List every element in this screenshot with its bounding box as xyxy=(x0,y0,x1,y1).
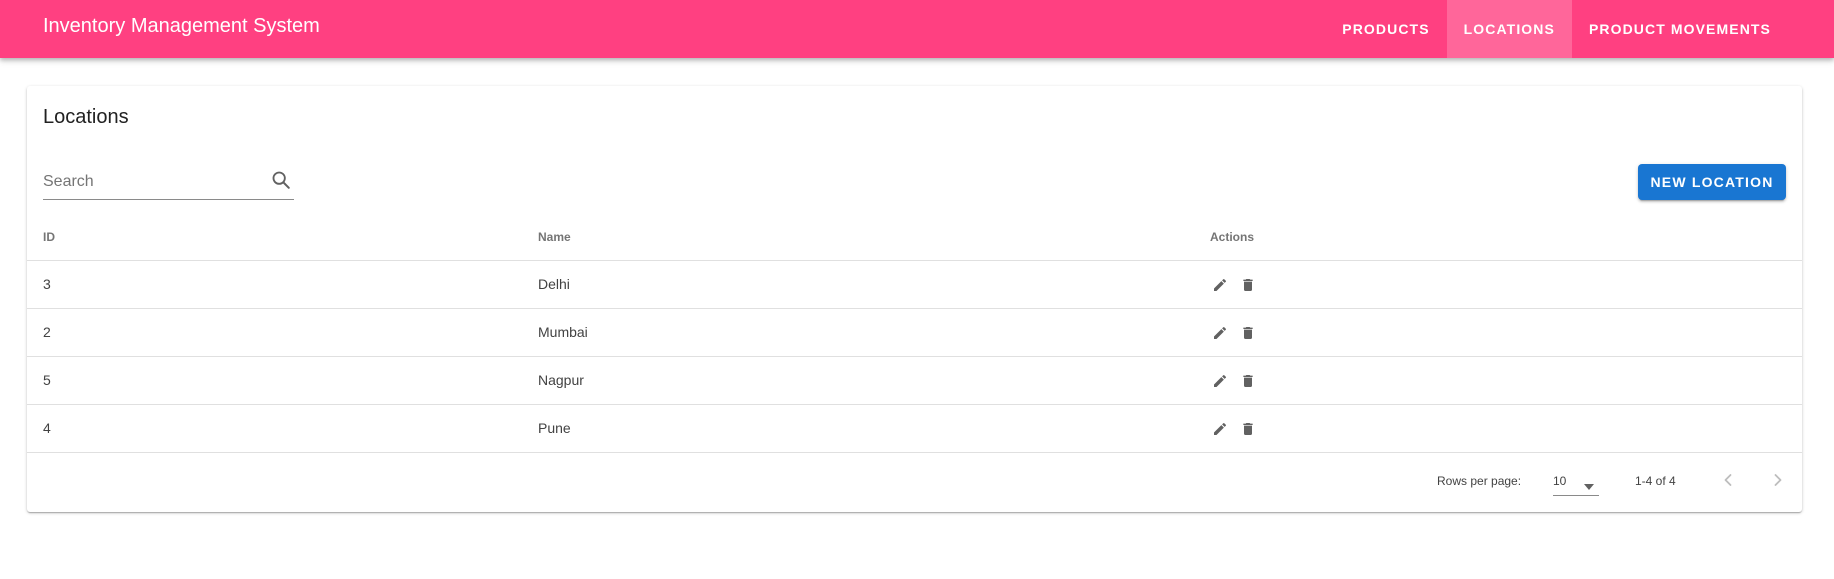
cell-id: 5 xyxy=(43,372,51,388)
app-bar: Inventory Management System PRODUCTS LOC… xyxy=(0,0,1834,58)
rows-per-page-label: Rows per page: xyxy=(1437,474,1522,488)
table-row: 3 Delhi xyxy=(27,261,1802,309)
chevron-right-icon xyxy=(1774,474,1782,486)
caret-down-icon xyxy=(1584,477,1594,490)
delete-icon[interactable] xyxy=(1238,371,1258,391)
column-header-actions: Actions xyxy=(1210,230,1255,244)
cell-name: Pune xyxy=(538,420,571,436)
chevron-left-icon xyxy=(1724,474,1732,486)
delete-icon[interactable] xyxy=(1238,275,1258,295)
search-input[interactable] xyxy=(43,168,258,196)
column-header-name[interactable]: Name xyxy=(538,214,571,261)
cell-id: 4 xyxy=(43,420,51,436)
table-header: ID Name Actions xyxy=(27,214,1802,261)
delete-icon[interactable] xyxy=(1238,323,1258,343)
table-row: 2 Mumbai xyxy=(27,309,1802,357)
edit-icon[interactable] xyxy=(1210,323,1230,343)
row-actions xyxy=(1210,309,1258,356)
previous-page-button[interactable] xyxy=(1716,468,1740,492)
table-row: 5 Nagpur xyxy=(27,357,1802,405)
row-actions xyxy=(1210,405,1258,452)
cell-id: 3 xyxy=(43,276,51,292)
cell-name: Delhi xyxy=(538,276,570,292)
search-icon[interactable] xyxy=(270,169,292,191)
table-row: 4 Pune xyxy=(27,405,1802,453)
tab-product-movements[interactable]: PRODUCT MOVEMENTS xyxy=(1572,0,1788,58)
cell-id: 2 xyxy=(43,324,51,340)
row-actions xyxy=(1210,261,1258,308)
edit-icon[interactable] xyxy=(1210,275,1230,295)
tab-products[interactable]: PRODUCTS xyxy=(1325,0,1446,58)
page-range: 1-4 of 4 xyxy=(1635,474,1676,488)
cell-name: Nagpur xyxy=(538,372,584,388)
new-location-button[interactable]: NEW LOCATION xyxy=(1638,164,1786,200)
row-actions xyxy=(1210,357,1258,404)
locations-table: ID Name Actions 3 Delhi 2 Mumbai 5 Nagpu… xyxy=(27,214,1802,453)
search-field[interactable] xyxy=(43,160,294,200)
rows-per-page-select[interactable]: 10 xyxy=(1553,466,1599,496)
page-title: Locations xyxy=(43,106,129,128)
edit-icon[interactable] xyxy=(1210,371,1230,391)
cell-name: Mumbai xyxy=(538,324,588,340)
column-header-id[interactable]: ID xyxy=(43,214,55,261)
edit-icon[interactable] xyxy=(1210,419,1230,439)
main-nav: PRODUCTS LOCATIONS PRODUCT MOVEMENTS xyxy=(1325,0,1788,58)
tab-locations[interactable]: LOCATIONS xyxy=(1446,0,1572,58)
app-title: Inventory Management System xyxy=(43,15,320,37)
delete-icon[interactable] xyxy=(1238,419,1258,439)
rows-per-page-value: 10 xyxy=(1553,474,1567,488)
pagination: Rows per page: 10 1-4 of 4 xyxy=(27,454,1802,512)
next-page-button[interactable] xyxy=(1766,468,1790,492)
